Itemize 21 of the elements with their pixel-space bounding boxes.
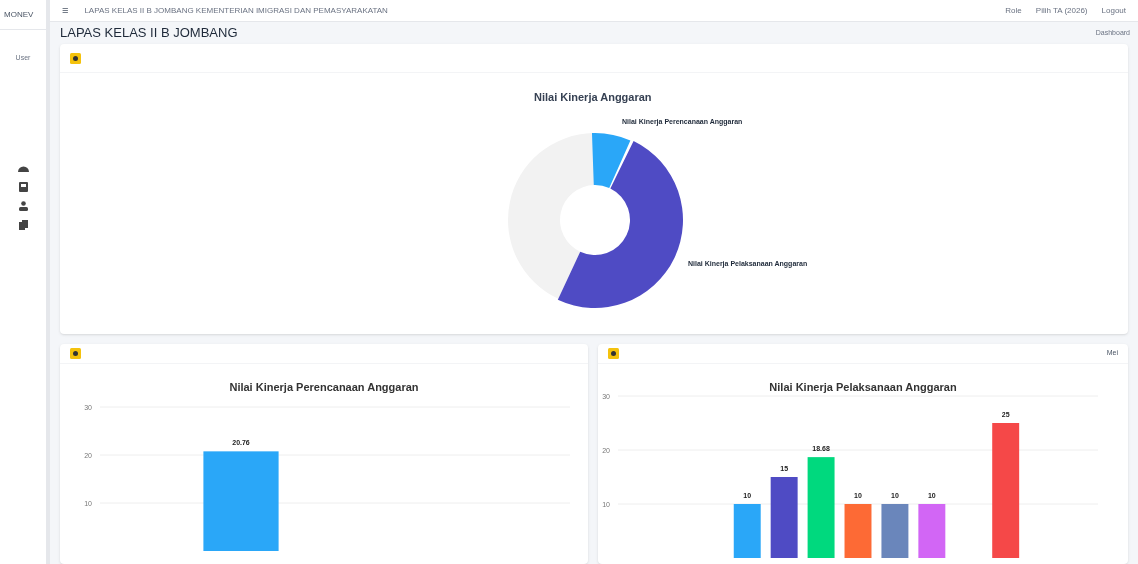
nav-link[interactable]: Role: [1005, 4, 1022, 17]
dashboard-icon[interactable]: [17, 164, 29, 173]
user-icon[interactable]: [18, 201, 28, 211]
chart-title: Nilai Kinerja Anggaran: [534, 90, 652, 105]
nav-link[interactable]: Pilih TA (2026): [1035, 4, 1088, 17]
chart-title: Nilai Kinerja Perencanaan Anggaran: [229, 381, 419, 393]
brand-text[interactable]: MONEV: [0, 0, 46, 30]
bar: [918, 504, 946, 558]
bar: [844, 504, 872, 558]
settings-icon[interactable]: [70, 348, 81, 359]
book-icon[interactable]: [18, 182, 28, 192]
bar: [881, 504, 909, 558]
chart-title: Nilai Kinerja Pelaksanaan Anggaran: [769, 381, 957, 393]
bar: [733, 504, 761, 558]
settings-icon[interactable]: [70, 52, 81, 64]
menu-icon[interactable]: ≡: [62, 2, 69, 19]
page-title: LAPAS KELAS II B JOMBANG: [60, 24, 238, 43]
nav-link[interactable]: Logout: [1101, 4, 1126, 17]
app-title: LAPAS KELAS II B JOMBANG KEMENTERIAN IMIGRASI DAN PEMASYARAKATAN: [84, 4, 389, 17]
copy-icon[interactable]: [18, 220, 28, 230]
settings-icon[interactable]: [608, 348, 619, 359]
